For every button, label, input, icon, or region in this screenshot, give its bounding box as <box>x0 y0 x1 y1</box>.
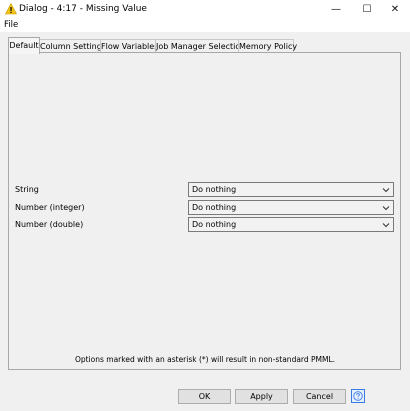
number-double-select-value: Do nothing <box>192 220 237 229</box>
close-button[interactable]: ✕ <box>380 0 410 19</box>
minimize-button[interactable]: — <box>321 0 351 19</box>
window-title: Dialog - 4:17 - Missing Value <box>19 4 147 14</box>
tab-job-manager-selection[interactable]: Job Manager Selection <box>155 39 245 53</box>
cancel-button[interactable]: Cancel <box>293 389 346 404</box>
help-button[interactable] <box>351 389 365 403</box>
menu-file[interactable]: File <box>4 20 18 30</box>
chevron-down-icon <box>382 188 390 193</box>
pmml-note: Options marked with an asterisk (*) will… <box>74 355 336 364</box>
ok-button[interactable]: OK <box>178 389 231 404</box>
apply-button[interactable]: Apply <box>235 389 288 404</box>
menu-bar: File <box>0 19 410 32</box>
chevron-down-icon <box>382 206 390 211</box>
string-select[interactable]: Do nothing <box>188 182 394 197</box>
number-integer-select[interactable]: Do nothing <box>188 200 394 215</box>
tab-flow-variables[interactable]: Flow Variables <box>100 39 158 53</box>
maximize-button[interactable]: ☐ <box>352 0 382 19</box>
string-select-value: Do nothing <box>192 185 237 194</box>
warning-icon <box>5 3 17 15</box>
number-double-select[interactable]: Do nothing <box>188 217 394 232</box>
tab-memory-policy[interactable]: Memory Policy <box>238 39 297 53</box>
help-icon <box>353 391 363 401</box>
number-double-label: Number (double) <box>15 220 84 229</box>
tab-column-settings[interactable]: Column Settings <box>39 39 106 53</box>
number-integer-label: Number (integer) <box>15 203 85 212</box>
string-label: String <box>15 185 39 194</box>
tab-default[interactable]: Default <box>8 37 40 54</box>
chevron-down-icon <box>382 223 390 228</box>
number-integer-select-value: Do nothing <box>192 203 237 212</box>
title-bar: Dialog - 4:17 - Missing Value — ☐ ✕ <box>0 0 410 19</box>
